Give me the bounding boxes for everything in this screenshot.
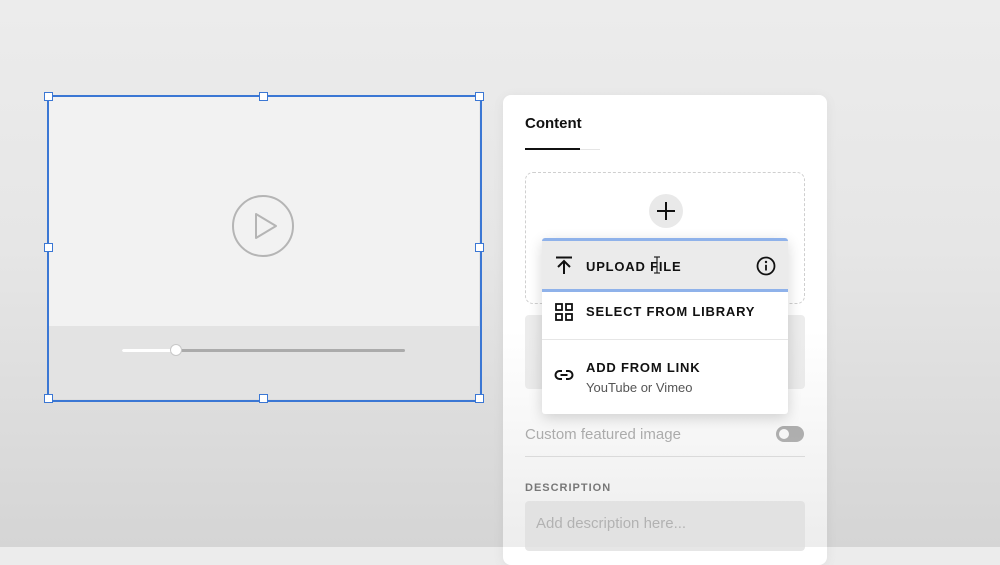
link-icon: [554, 370, 574, 380]
resize-handle-left[interactable]: [44, 243, 53, 252]
resize-handle-bottom-right[interactable]: [475, 394, 484, 403]
menu-item-label: ADD FROM LINK: [586, 360, 701, 375]
divider: [525, 456, 805, 457]
tab-content[interactable]: Content: [525, 115, 582, 132]
video-progress-fill: [122, 349, 176, 352]
text-cursor-icon: [654, 256, 660, 274]
menu-item-upload-file[interactable]: UPLOAD FILE: [542, 238, 788, 292]
tab-divider: [580, 149, 600, 150]
menu-item-label: SELECT FROM LIBRARY: [586, 304, 756, 319]
menu-item-sublabel: YouTube or Vimeo: [586, 380, 693, 395]
menu-item-select-from-library[interactable]: SELECT FROM LIBRARY: [542, 292, 788, 339]
grid-icon: [555, 303, 573, 321]
resize-handle-bottom-left[interactable]: [44, 394, 53, 403]
info-icon[interactable]: [756, 256, 776, 276]
upload-icon: [556, 256, 572, 274]
upload-menu: UPLOAD FILE SELECT FROM LIBRARY ADD FROM…: [542, 238, 788, 414]
description-input[interactable]: Add description here...: [525, 501, 805, 551]
resize-handle-top-left[interactable]: [44, 92, 53, 101]
description-label: DESCRIPTION: [525, 482, 612, 494]
resize-handle-right[interactable]: [475, 243, 484, 252]
add-media-button[interactable]: [649, 194, 683, 228]
custom-featured-image-toggle[interactable]: [776, 426, 804, 442]
resize-handle-top-right[interactable]: [475, 92, 484, 101]
play-icon[interactable]: [231, 194, 295, 258]
tab-active-indicator: [525, 148, 580, 150]
video-preview: [48, 96, 479, 326]
video-controls: [48, 326, 479, 399]
video-block[interactable]: [48, 96, 479, 399]
resize-handle-top[interactable]: [259, 92, 268, 101]
toggle-knob: [779, 429, 789, 439]
custom-featured-image-label: Custom featured image: [525, 426, 681, 443]
menu-item-add-from-link[interactable]: ADD FROM LINK YouTube or Vimeo: [542, 339, 788, 415]
menu-item-label: UPLOAD FILE: [586, 259, 682, 274]
resize-handle-bottom[interactable]: [259, 394, 268, 403]
video-progress-knob[interactable]: [169, 344, 182, 356]
video-progress-track[interactable]: [122, 344, 405, 356]
